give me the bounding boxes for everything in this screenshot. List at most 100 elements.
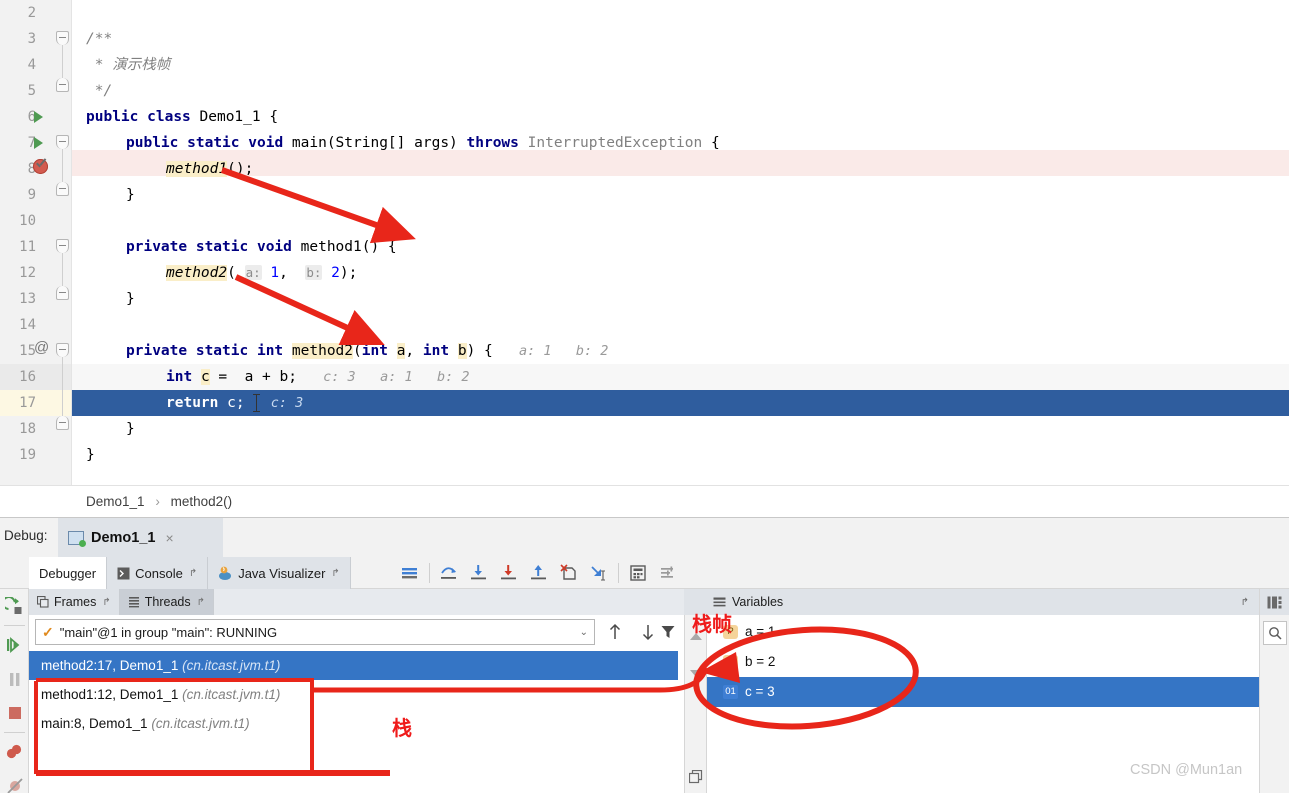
evaluate-expression-icon[interactable] <box>623 557 653 589</box>
stop-icon[interactable] <box>0 696 29 730</box>
right-tool-strip <box>1259 589 1289 793</box>
step-out-icon[interactable] <box>524 557 554 589</box>
kw-void-7: void <box>248 135 284 151</box>
frame-name: method2:17, Demo1_1 <box>41 658 179 673</box>
run-to-cursor-icon[interactable] <box>584 557 614 589</box>
threads-icon <box>128 596 140 608</box>
fold-line-m2 <box>62 357 63 416</box>
line-number: 11 <box>19 239 36 255</box>
tab-frames[interactable]: Frames ↱ <box>29 589 120 615</box>
frame-row[interactable]: method2:17, Demo1_1 (cn.itcast.jvm.t1) <box>29 651 678 680</box>
main-name: main <box>291 135 327 151</box>
fold-marker-main-open[interactable] <box>56 135 69 149</box>
line3-text: /** <box>86 31 113 47</box>
drop-frame-icon[interactable] <box>554 557 584 589</box>
tab-java-visualizer-label: Java Visualizer <box>238 565 326 581</box>
kw-void-11: void <box>256 239 292 255</box>
fold-marker-m1-close[interactable] <box>56 286 69 300</box>
view-breakpoints-icon[interactable] <box>0 735 29 769</box>
debug-session-name: Demo1_1 <box>91 529 156 546</box>
kw-static-15: static <box>195 343 249 359</box>
step-into-icon[interactable] <box>464 557 494 589</box>
variables-list[interactable]: P a = 1 P b = 2 01 c = 3 <box>707 617 1259 707</box>
method1-call: method1 <box>166 161 228 177</box>
breakpoint-icon[interactable] <box>33 159 48 174</box>
frame-row[interactable]: main:8, Demo1_1 (cn.itcast.jvm.t1) <box>35 709 670 738</box>
debug-session-tab[interactable]: Demo1_1 × <box>58 518 223 557</box>
variable-text: b = 2 <box>745 654 776 669</box>
debugger-action-icons <box>395 557 683 589</box>
variable-row[interactable]: P a = 1 <box>707 617 1259 647</box>
console-icon <box>117 567 130 580</box>
fold-marker-doc-open[interactable] <box>56 31 69 45</box>
pin-icon[interactable]: ↱ <box>197 597 205 608</box>
show-execution-point-icon[interactable] <box>395 557 425 589</box>
settings-icon[interactable] <box>653 557 683 589</box>
kw-int-16: int <box>166 369 193 385</box>
frame-name: main:8, Demo1_1 <box>41 716 148 731</box>
kw-static-11: static <box>195 239 249 255</box>
fold-marker-m1-open[interactable] <box>56 239 69 253</box>
code-editor[interactable]: /** * 演示栈帧 */ public class Demo1_1 { pub… <box>0 0 1289 485</box>
search-icon[interactable] <box>1262 621 1287 645</box>
tab-console[interactable]: Console ↱ <box>107 557 209 589</box>
pause-program-icon[interactable] <box>0 662 29 696</box>
pin-icon[interactable]: ↱ <box>331 568 339 579</box>
thread-selector[interactable]: ✓ "main"@1 in group "main": RUNNING ⌄ <box>35 619 595 645</box>
mute-breakpoints-icon[interactable] <box>0 769 29 793</box>
resume-program-icon[interactable] <box>0 628 29 662</box>
debug-tool-window: Debug: Demo1_1 × Debugger Console ↱ Java… <box>0 517 1289 793</box>
step-over-icon[interactable] <box>434 557 464 589</box>
line11-text: private static void method1() { <box>126 239 397 255</box>
fold-marker-m2-open[interactable] <box>56 343 69 357</box>
breadcrumb-class[interactable]: Demo1_1 <box>86 494 145 509</box>
fold-marker-doc-close[interactable] <box>56 78 69 92</box>
breadcrumb-method[interactable]: method2() <box>171 494 233 509</box>
variable-row[interactable]: 01 c = 3 <box>707 677 1259 707</box>
scroll-down-arrow-icon[interactable] <box>690 670 702 677</box>
kw-public-6: public <box>86 109 139 125</box>
method1-decl: method1 <box>300 239 362 255</box>
fold-marker-m2-close[interactable] <box>56 416 69 430</box>
toolbar-divider <box>429 563 430 583</box>
restore-layout-icon[interactable] <box>688 769 703 789</box>
frames-move-up-button[interactable] <box>601 619 629 645</box>
tab-threads[interactable]: Threads ↱ <box>119 589 215 615</box>
debugger-tabs: Debugger Console ↱ Java Visualizer ↱ <box>29 557 351 589</box>
inline-hint-line17: c: 3 <box>270 395 304 411</box>
line4-text: * 演示栈帧 <box>86 57 171 73</box>
pin-icon[interactable]: ↱ <box>102 597 110 608</box>
tab-java-visualizer[interactable]: Java Visualizer ↱ <box>208 557 351 589</box>
run-class-icon[interactable] <box>34 111 43 123</box>
pin-icon[interactable]: ↱ <box>1241 597 1249 608</box>
rerun-icon[interactable] <box>0 589 29 623</box>
line-number: 17 <box>19 395 36 411</box>
breadcrumb[interactable]: Demo1_1 › method2() <box>0 485 1289 517</box>
variable-text: c = 3 <box>745 684 775 699</box>
kw-throws: throws <box>466 135 519 151</box>
toolbar-divider <box>618 563 619 583</box>
force-step-into-icon[interactable] <box>494 557 524 589</box>
annotation-at-icon[interactable]: @ <box>34 339 49 356</box>
breadcrumb-separator-icon: › <box>155 494 160 509</box>
line7-text: public static void main(String[] args) t… <box>126 135 720 151</box>
chevron-down-icon[interactable]: ⌄ <box>580 627 588 638</box>
thread-running-check-icon: ✓ <box>42 623 54 640</box>
variable-row[interactable]: P b = 2 <box>707 647 1259 677</box>
debug-side-toolbar <box>0 589 29 793</box>
line-number: 3 <box>27 31 36 47</box>
frames-filter-button[interactable] <box>654 619 682 645</box>
tab-debugger[interactable]: Debugger <box>29 557 108 589</box>
frames-list[interactable]: method2:17, Demo1_1 (cn.itcast.jvm.t1) m… <box>29 651 678 738</box>
frame-row[interactable]: method1:12, Demo1_1 (cn.itcast.jvm.t1) <box>35 680 670 709</box>
line-number: 5 <box>27 83 36 99</box>
fold-marker-main-close[interactable] <box>56 182 69 196</box>
line-number: 10 <box>19 213 36 229</box>
run-main-icon[interactable] <box>34 137 43 149</box>
kw-return: return <box>166 395 219 411</box>
layout-icon[interactable] <box>1260 589 1289 615</box>
close-icon[interactable]: × <box>165 530 173 546</box>
pin-icon[interactable]: ↱ <box>189 568 197 579</box>
frames-scrollbar[interactable] <box>684 615 707 793</box>
code-content[interactable]: /** * 演示栈帧 */ public class Demo1_1 { pub… <box>72 0 1289 485</box>
